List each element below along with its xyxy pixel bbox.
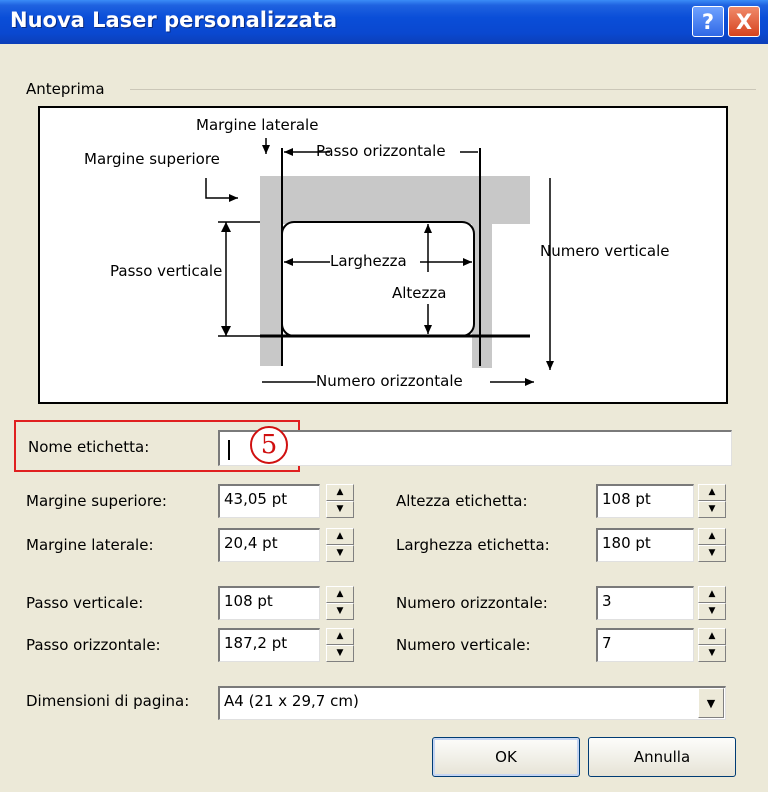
- label-preview-diagram: Margine laterale Margine superiore Passo…: [38, 106, 728, 404]
- down-arrow-icon[interactable]: ▼: [326, 645, 354, 662]
- passo-verticale-input[interactable]: 108 pt: [218, 586, 320, 620]
- margine-laterale-spinner[interactable]: ▲ ▼: [326, 528, 354, 562]
- numero-orizzontale-caption: Numero orizzontale: [316, 372, 463, 390]
- up-arrow-icon[interactable]: ▲: [698, 484, 726, 501]
- margine-superiore-input[interactable]: 43,05 pt: [218, 484, 320, 518]
- preview-group-label: Anteprima: [26, 80, 105, 98]
- dialog-window: Nuova Laser personalizzata ? X Anteprima: [0, 0, 768, 792]
- numero-orizzontale-input[interactable]: 3: [596, 586, 694, 620]
- down-arrow-icon[interactable]: ▼: [698, 603, 726, 620]
- numero-verticale-spinner[interactable]: ▲ ▼: [698, 628, 726, 662]
- help-icon: ?: [701, 9, 715, 34]
- altezza-etichetta-label: Altezza etichetta:: [396, 492, 528, 510]
- up-arrow-icon[interactable]: ▲: [698, 628, 726, 645]
- numero-verticale-caption: Numero verticale: [540, 242, 670, 260]
- down-arrow-icon[interactable]: ▼: [326, 603, 354, 620]
- dimensioni-pagina-label: Dimensioni di pagina:: [26, 692, 190, 710]
- larghezza-etichetta-spinner[interactable]: ▲ ▼: [698, 528, 726, 562]
- down-arrow-icon[interactable]: ▼: [326, 545, 354, 562]
- margine-superiore-label: Margine superiore:: [26, 492, 167, 510]
- passo-orizzontale-input[interactable]: 187,2 pt: [218, 628, 320, 662]
- step-number-badge: 5: [250, 426, 288, 464]
- altezza-etichetta-input[interactable]: 108 pt: [596, 484, 694, 518]
- margine-laterale-label: Margine laterale:: [26, 536, 154, 554]
- numero-verticale-label: Numero verticale:: [396, 636, 531, 654]
- chevron-down-icon[interactable]: ▼: [698, 688, 724, 718]
- label-shape: [281, 221, 475, 337]
- altezza-etichetta-spinner[interactable]: ▲ ▼: [698, 484, 726, 518]
- ok-button[interactable]: OK: [432, 737, 580, 777]
- nome-etichetta-label: Nome etichetta:: [28, 438, 150, 456]
- margine-superiore-spinner[interactable]: ▲ ▼: [326, 484, 354, 518]
- passo-verticale-label: Passo verticale:: [26, 594, 144, 612]
- cancel-button[interactable]: Annulla: [588, 737, 736, 777]
- close-icon: X: [735, 9, 753, 34]
- down-arrow-icon[interactable]: ▼: [698, 645, 726, 662]
- larghezza-etichetta-label: Larghezza etichetta:: [396, 536, 550, 554]
- passo-verticale-caption: Passo verticale: [110, 262, 223, 280]
- title-bar[interactable]: Nuova Laser personalizzata ? X: [0, 0, 768, 44]
- text-caret: [228, 440, 230, 460]
- down-arrow-icon[interactable]: ▼: [326, 501, 354, 518]
- dimensioni-pagina-select[interactable]: A4 (21 x 29,7 cm): [218, 686, 726, 720]
- up-arrow-icon[interactable]: ▲: [326, 484, 354, 501]
- margine-superiore-caption: Margine superiore: [84, 150, 220, 168]
- larghezza-caption: Larghezza: [330, 252, 407, 270]
- up-arrow-icon[interactable]: ▲: [326, 628, 354, 645]
- close-button[interactable]: X: [728, 6, 760, 37]
- passo-verticale-spinner[interactable]: ▲ ▼: [326, 586, 354, 620]
- nome-etichetta-input[interactable]: [218, 430, 732, 466]
- up-arrow-icon[interactable]: ▲: [698, 528, 726, 545]
- numero-orizzontale-spinner[interactable]: ▲ ▼: [698, 586, 726, 620]
- down-arrow-icon[interactable]: ▼: [698, 545, 726, 562]
- down-arrow-icon[interactable]: ▼: [698, 501, 726, 518]
- dialog-title: Nuova Laser personalizzata: [10, 8, 337, 32]
- altezza-caption: Altezza: [392, 284, 447, 302]
- up-arrow-icon[interactable]: ▲: [698, 586, 726, 603]
- numero-orizzontale-label: Numero orizzontale:: [396, 594, 548, 612]
- passo-orizzontale-label: Passo orizzontale:: [26, 636, 161, 654]
- larghezza-etichetta-input[interactable]: 180 pt: [596, 528, 694, 562]
- passo-orizzontale-caption: Passo orizzontale: [316, 142, 446, 160]
- help-button[interactable]: ?: [692, 6, 724, 37]
- margine-laterale-input[interactable]: 20,4 pt: [218, 528, 320, 562]
- up-arrow-icon[interactable]: ▲: [326, 586, 354, 603]
- group-divider: [130, 89, 756, 90]
- passo-orizzontale-spinner[interactable]: ▲ ▼: [326, 628, 354, 662]
- margine-laterale-caption: Margine laterale: [196, 116, 319, 134]
- numero-verticale-input[interactable]: 7: [596, 628, 694, 662]
- up-arrow-icon[interactable]: ▲: [326, 528, 354, 545]
